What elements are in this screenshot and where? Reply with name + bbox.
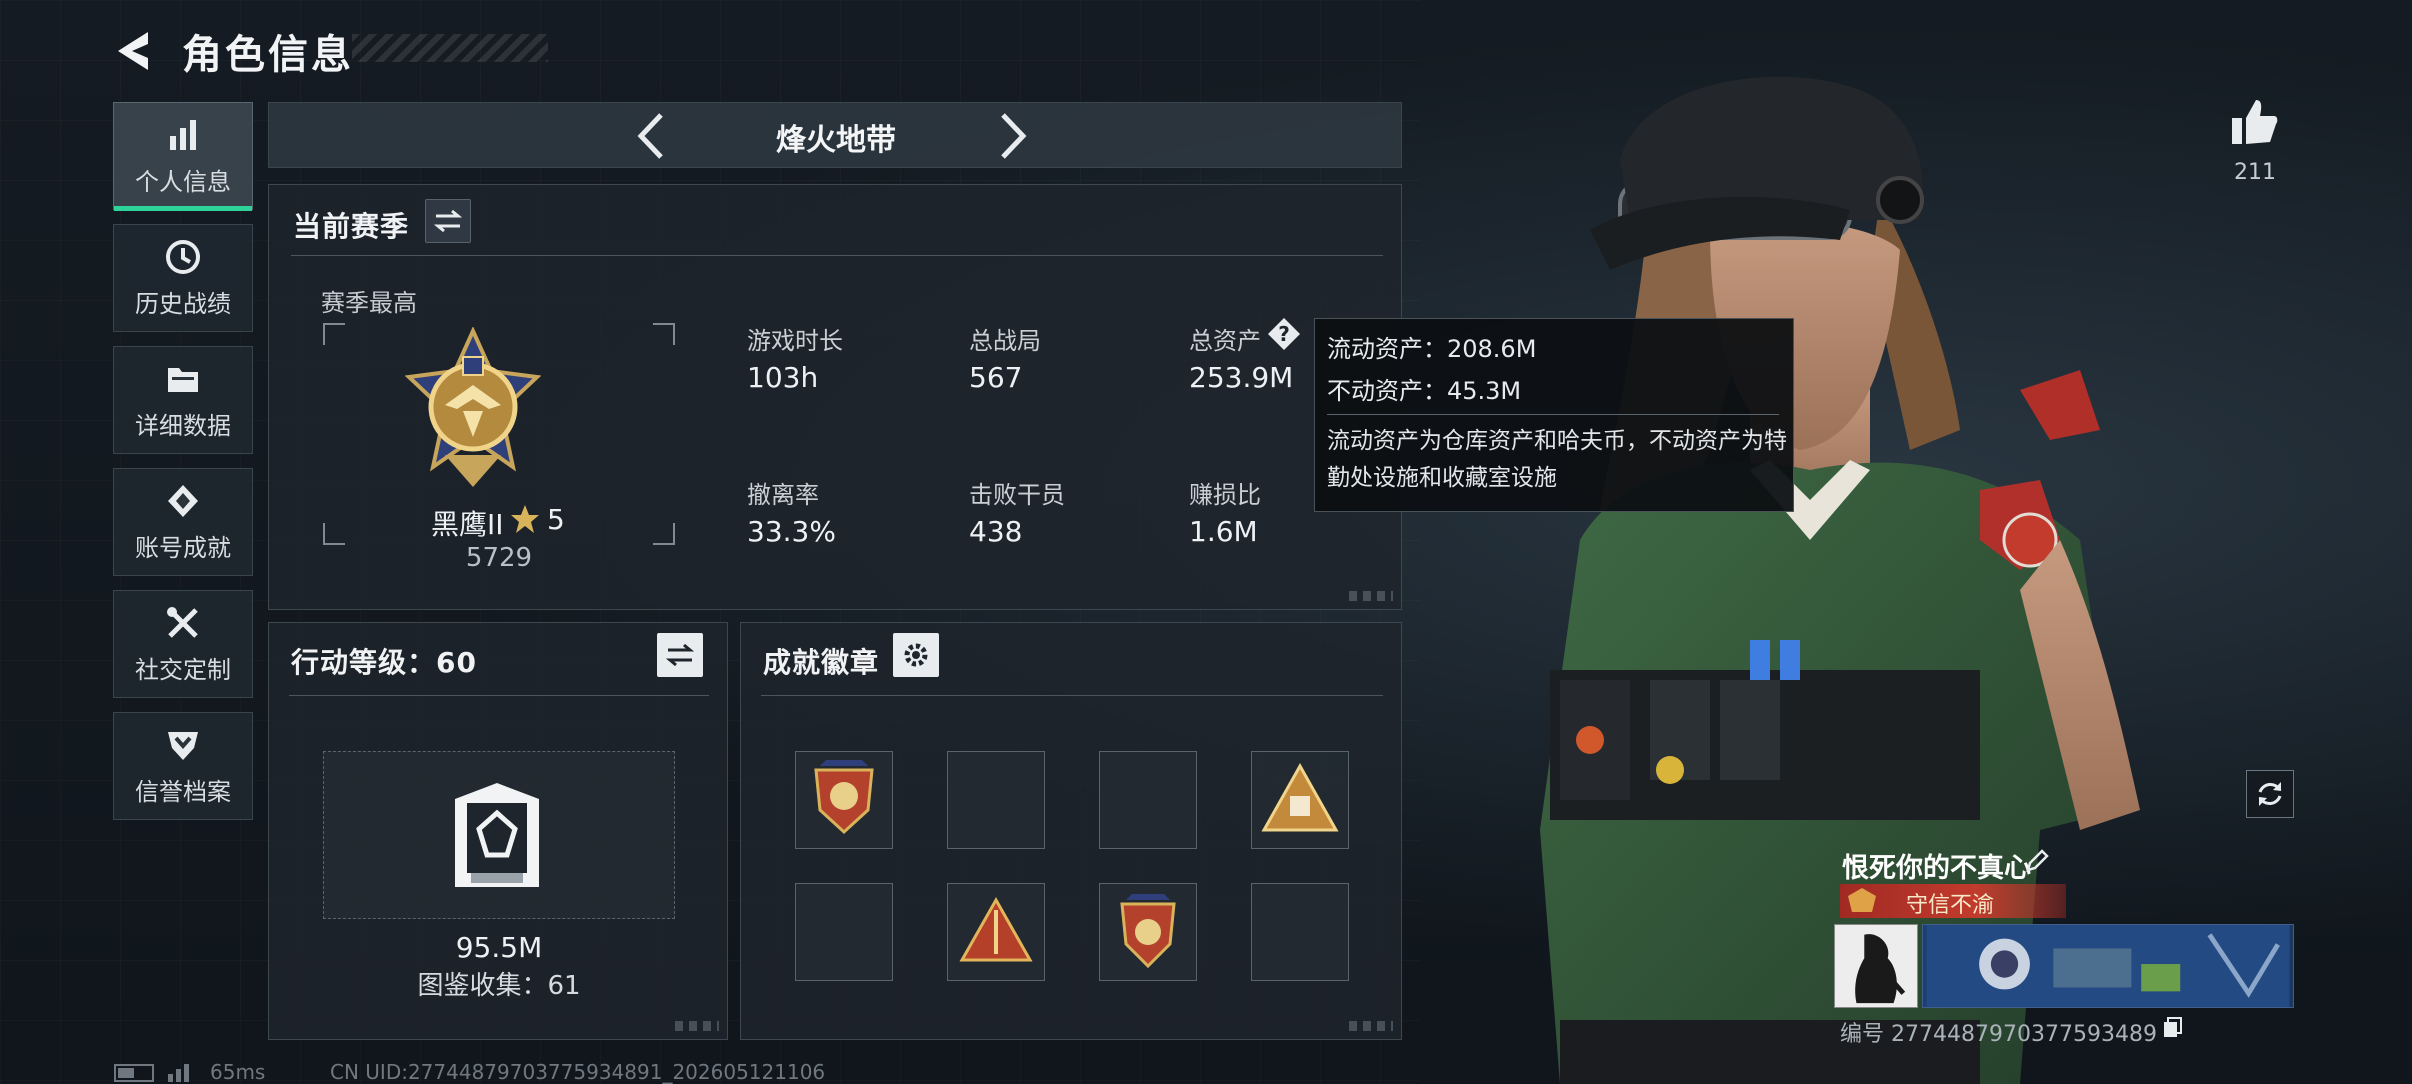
game-mode-selector: 烽火地带	[268, 102, 1402, 168]
panel-corner-decoration	[1349, 1021, 1393, 1031]
stat-value-total-matches: 567	[969, 361, 1023, 394]
signal-icon	[168, 1064, 189, 1082]
divider	[289, 695, 709, 696]
sidebar-item-social-custom[interactable]: 社交定制	[113, 590, 253, 698]
stat-value-play-time: 103h	[747, 361, 819, 394]
gear-icon	[904, 643, 928, 667]
tools-icon	[167, 606, 198, 638]
player-name: 恨死你的不真心	[1842, 853, 2031, 884]
badge-slot-empty[interactable]	[947, 751, 1045, 849]
player-title-badge: 守信不渝	[1840, 884, 2066, 918]
badge-slot-empty[interactable]	[795, 883, 893, 981]
sidebar-item-label: 信誉档案	[135, 777, 231, 806]
back-arrow-icon[interactable]	[112, 28, 158, 74]
battery-icon	[114, 1064, 154, 1082]
player-card-banner[interactable]	[1922, 924, 2294, 1008]
stat-label-profit-ratio: 赚损比	[1189, 481, 1261, 509]
stat-label-total-matches: 总战局	[969, 327, 1041, 355]
stat-label-operators-defeated: 击败干员	[969, 481, 1065, 509]
badges-title: 成就徽章	[763, 646, 880, 679]
page-title: 角色信息	[182, 32, 354, 78]
triangle-badge-icon	[1261, 762, 1339, 832]
next-mode-arrow-icon[interactable]	[989, 111, 1035, 161]
collection-value: 95.5M	[455, 931, 543, 964]
help-icon[interactable]: ?	[1267, 317, 1301, 351]
badge-slot[interactable]	[795, 751, 893, 849]
edit-pencil-icon[interactable]	[2024, 848, 2050, 874]
achievement-badges-panel: 成就徽章	[740, 622, 1402, 1040]
switch-action-button[interactable]	[657, 633, 703, 677]
collection-vault-icon	[455, 783, 539, 887]
badge-slot-empty[interactable]	[1099, 751, 1197, 849]
assets-tooltip: 流动资产：208.6M 不动资产：45.3M 流动资产为仓库资产和哈夫币，不动资…	[1314, 318, 1794, 512]
shield-badge-icon	[1120, 894, 1176, 969]
shield-rank-icon	[168, 731, 198, 760]
sidebar-item-achievements[interactable]: 账号成就	[113, 468, 253, 576]
divider	[291, 255, 1383, 256]
switch-season-button[interactable]	[425, 199, 471, 243]
player-title-text: 守信不渝	[1906, 893, 1995, 918]
season-title: 当前赛季	[293, 210, 410, 243]
swap-icon	[666, 643, 694, 667]
badge-slot[interactable]	[1099, 883, 1197, 981]
stat-value-total-assets: 253.9M	[1189, 361, 1294, 394]
rank-emblem-icon	[405, 327, 541, 487]
sidebar-item-label: 个人信息	[135, 167, 231, 196]
panel-corner-decoration	[1349, 591, 1393, 601]
pyramid-badge-icon	[959, 896, 1033, 962]
tooltip-fixed-assets: 不动资产：45.3M	[1327, 377, 1522, 405]
stat-value-profit-ratio: 1.6M	[1189, 515, 1258, 548]
badge-settings-button[interactable]	[893, 633, 939, 677]
action-level-panel: 行动等级：60 95.5M 图鉴收集：61	[268, 622, 728, 1040]
stat-value-operators-defeated: 438	[969, 515, 1023, 548]
ping-latency: 65ms	[210, 1060, 266, 1084]
refresh-button[interactable]	[2246, 770, 2294, 818]
thumbs-up-icon[interactable]	[2228, 96, 2280, 148]
shield-badge-icon	[814, 760, 874, 835]
sidebar-item-history[interactable]: 历史战绩	[113, 224, 253, 332]
tooltip-liquid-assets: 流动资产：208.6M	[1327, 335, 1537, 363]
sidebar-item-reputation[interactable]: 信誉档案	[113, 712, 253, 820]
stat-label-total-assets: 总资产	[1189, 327, 1261, 355]
badge-slot[interactable]	[1251, 751, 1349, 849]
badge-slot-empty[interactable]	[1251, 883, 1349, 981]
season-best-label: 赛季最高	[321, 289, 417, 317]
badge-slot[interactable]	[947, 883, 1045, 981]
stat-label-play-time: 游戏时长	[747, 327, 843, 355]
divider	[1327, 414, 1779, 415]
title-emblem-icon	[1848, 888, 1876, 912]
tooltip-description: 流动资产为仓库资产和哈夫币，不动资产为特勤处设施和收藏室设施	[1327, 428, 1787, 491]
player-id: 编号 2774487970377593489	[1840, 1022, 2157, 1047]
copy-icon[interactable]	[2160, 1016, 2184, 1040]
svg-text:?: ?	[1278, 322, 1290, 346]
sidebar-item-detailed-data[interactable]: 详细数据	[113, 346, 253, 454]
rank-score: 5729	[465, 543, 533, 573]
divider	[761, 695, 1383, 696]
swap-icon	[434, 209, 462, 233]
folder-icon	[168, 367, 198, 392]
sidebar-item-label: 详细数据	[135, 411, 231, 440]
collection-count: 图鉴收集：61	[417, 971, 581, 1001]
stat-label-extraction-rate: 撤离率	[747, 481, 819, 509]
sidebar-item-label: 历史战绩	[135, 289, 231, 318]
like-count: 211	[2234, 160, 2276, 185]
sidebar-item-label: 账号成就	[135, 533, 231, 562]
history-clock-icon	[166, 239, 200, 274]
sidebar-item-label: 社交定制	[135, 655, 231, 684]
game-mode-label: 烽火地带	[776, 123, 896, 158]
achievement-icon	[168, 484, 198, 517]
player-avatar[interactable]	[1834, 924, 1918, 1008]
refresh-icon	[2258, 782, 2282, 806]
star-icon	[511, 505, 539, 533]
current-season-panel: 当前赛季 赛季最高 黑鹰II 5 5729 游戏时长 103h 总战局 567 …	[268, 184, 1402, 610]
rank-name: 黑鹰II	[431, 508, 504, 541]
panel-corner-decoration	[675, 1021, 719, 1031]
action-level-title: 行动等级：60	[291, 646, 477, 679]
stat-value-extraction-rate: 33.3%	[747, 515, 836, 548]
title-decoration	[352, 34, 548, 62]
sidebar-item-personal-info[interactable]: 个人信息	[113, 102, 253, 211]
client-uid: CN UID:27744879703775934891_202605121106	[330, 1060, 826, 1084]
rank-star-count: 5	[547, 503, 565, 536]
bar-chart-icon	[170, 119, 196, 150]
